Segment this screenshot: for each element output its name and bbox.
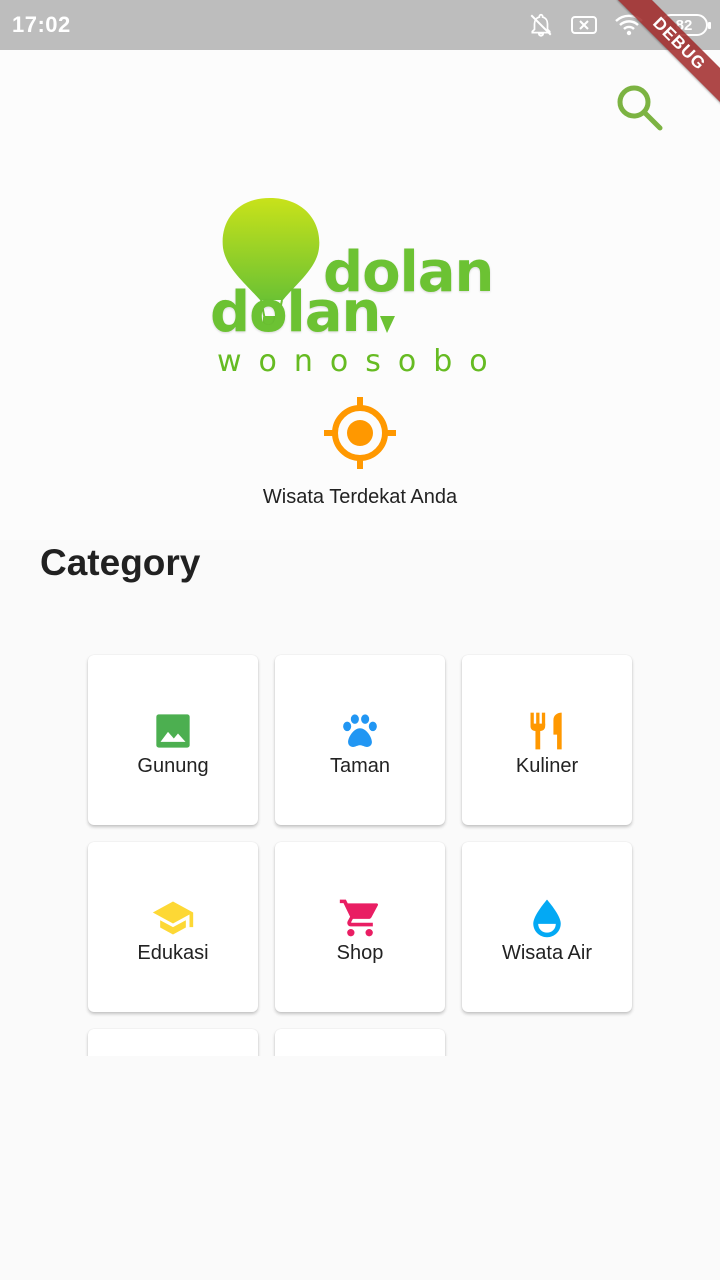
paw-icon <box>338 709 382 753</box>
water-drop-icon <box>525 896 569 940</box>
category-card-shop[interactable]: Shop <box>275 842 445 1012</box>
app-screen: 17:02 82 DEBUG dolan dolan wonosobo Wisa… <box>0 0 720 1280</box>
bell-off-icon <box>528 12 554 38</box>
category-card-8[interactable] <box>275 1029 445 1056</box>
search-button[interactable] <box>610 80 670 140</box>
search-icon <box>615 83 665 138</box>
category-card-7[interactable] <box>88 1029 258 1056</box>
nearby-label: Wisata Terdekat Anda <box>262 486 458 508</box>
app-logo: dolan dolan wonosobo <box>205 188 525 388</box>
school-icon <box>151 896 195 940</box>
restaurant-icon <box>525 709 569 753</box>
category-card-edukasi[interactable]: Edukasi <box>88 842 258 1012</box>
category-card-wisata-air[interactable]: Wisata Air <box>462 842 632 1012</box>
category-card-taman[interactable]: Taman <box>275 655 445 825</box>
category-card-gunung[interactable]: Gunung <box>88 655 258 825</box>
category-label: Wisata Air <box>501 941 593 964</box>
logo-word-bottom: dolan <box>210 280 381 345</box>
category-label: Gunung <box>137 754 209 777</box>
category-label: Shop <box>336 941 384 964</box>
nearby-location-button[interactable] <box>320 395 400 475</box>
gps-fixed-icon <box>322 395 398 476</box>
category-label: Taman <box>329 754 391 777</box>
category-card-kuliner[interactable]: Kuliner <box>462 655 632 825</box>
status-bar: 17:02 82 <box>0 0 720 50</box>
cart-icon <box>338 896 382 940</box>
category-title: Category <box>40 542 201 583</box>
sim-off-icon <box>570 14 598 36</box>
image-icon <box>151 709 195 753</box>
category-label: Edukasi <box>137 941 209 964</box>
category-label: Kuliner <box>515 754 579 777</box>
category-grid[interactable]: Gunung Taman Kuliner Edukasi Shop Wisata… <box>0 640 720 1056</box>
logo-subtitle: wonosobo <box>217 344 505 379</box>
status-time: 17:02 <box>12 12 71 37</box>
